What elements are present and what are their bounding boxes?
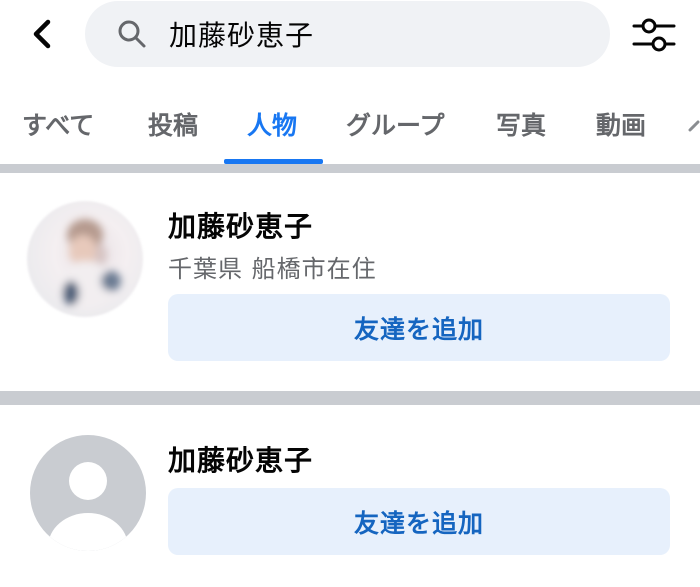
chevron-left-icon [33,19,51,49]
tab-overflow-hint [684,108,700,148]
tab-people[interactable]: 人物 [247,100,297,164]
tab-bar: すべて 投稿 人物 グループ 写真 動画 [0,100,700,164]
search-icon [115,17,149,51]
result-name[interactable]: 加藤砂恵子 [168,439,313,479]
result-name[interactable]: 加藤砂恵子 [168,205,313,245]
filter-button[interactable] [628,14,682,56]
tab-groups[interactable]: グループ [346,100,445,164]
result-location: 千葉県 船橋市在住 [168,255,377,283]
back-button[interactable] [22,14,62,54]
tab-posts[interactable]: 投稿 [148,100,198,164]
top-bar: 加藤砂恵子 [0,0,700,68]
tab-all[interactable]: すべて [22,100,94,164]
section-divider [0,164,700,173]
add-friend-button[interactable]: 友達を追加 [168,294,670,361]
sliders-icon [632,18,676,52]
add-friend-button[interactable]: 友達を追加 [168,488,670,555]
search-result-card[interactable]: 加藤砂恵子 千葉県 船橋市在住 友達を追加 [0,173,700,391]
tab-videos[interactable]: 動画 [596,100,646,164]
profile-photo-icon [59,219,121,309]
tab-photos[interactable]: 写真 [496,100,546,164]
search-field[interactable]: 加藤砂恵子 [85,1,610,67]
search-result-card[interactable]: 加藤砂恵子 友達を追加 [0,405,700,587]
section-divider [0,391,700,405]
avatar[interactable] [27,201,143,317]
default-avatar-icon [48,462,128,551]
search-query[interactable]: 加藤砂恵子 [169,14,314,54]
avatar[interactable] [30,435,146,551]
